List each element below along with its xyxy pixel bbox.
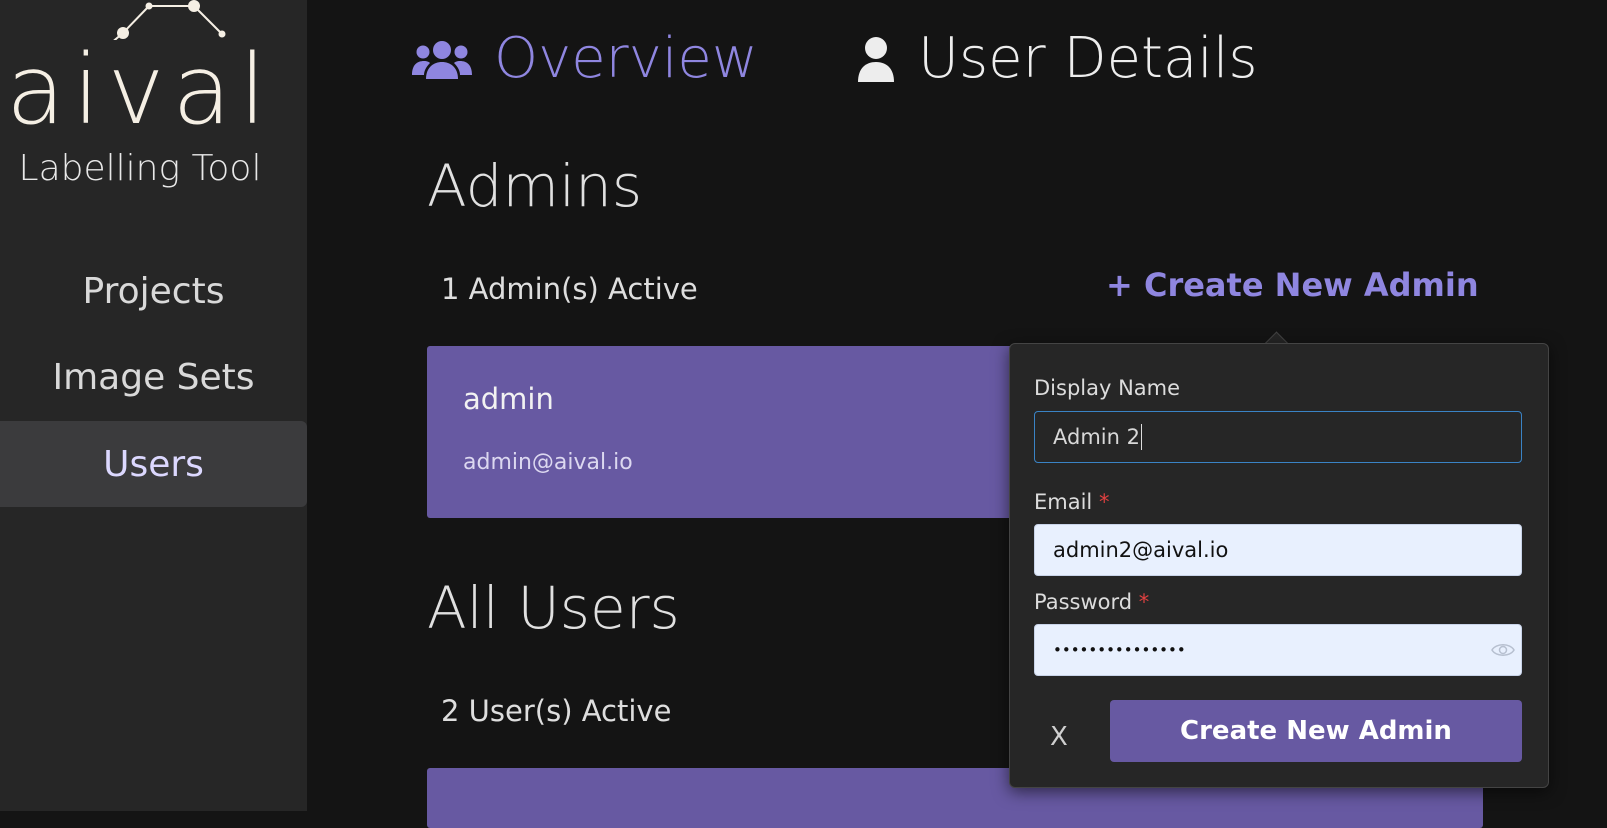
password-label: Password * bbox=[1034, 590, 1150, 614]
tab-user-details[interactable]: User Details bbox=[856, 26, 1258, 91]
admins-count: 1 Admin(s) Active bbox=[441, 272, 698, 306]
admins-title: Admins bbox=[427, 152, 643, 220]
create-new-admin-button[interactable]: Create New Admin bbox=[1110, 700, 1522, 762]
display-name-label: Display Name bbox=[1034, 376, 1181, 400]
all-users-title: All Users bbox=[427, 574, 680, 642]
text-caret bbox=[1140, 424, 1142, 450]
create-new-admin-link[interactable]: + Create New Admin bbox=[1106, 266, 1479, 304]
email-field[interactable]: admin2@aival.io bbox=[1034, 524, 1522, 576]
users-icon bbox=[412, 40, 472, 79]
admin-name: admin bbox=[463, 382, 554, 416]
display-name-input[interactable]: Admin 2 bbox=[1034, 411, 1522, 463]
sidebar: aival Labelling Tool Projects Image Sets… bbox=[0, 0, 307, 811]
sidebar-item-users[interactable]: Users bbox=[0, 421, 307, 507]
eye-icon[interactable] bbox=[1491, 641, 1515, 659]
admin-email: admin@aival.io bbox=[463, 450, 633, 475]
tab-label: Overview bbox=[494, 26, 758, 91]
logo-text: aival bbox=[6, 34, 274, 146]
password-value: ••••••••••••••• bbox=[1053, 641, 1186, 659]
required-marker: * bbox=[1098, 490, 1110, 514]
sidebar-item-label: Image Sets bbox=[52, 356, 255, 398]
display-name-value: Admin 2 bbox=[1053, 425, 1140, 449]
create-admin-popover: Display Name Admin 2 Email * admin2@aiva… bbox=[1009, 343, 1549, 788]
tab-overview[interactable]: Overview bbox=[412, 26, 758, 91]
password-field[interactable]: ••••••••••••••• bbox=[1034, 624, 1522, 676]
sidebar-item-image-sets[interactable]: Image Sets bbox=[0, 334, 307, 420]
required-marker: * bbox=[1138, 590, 1150, 614]
sidebar-item-label: Users bbox=[103, 443, 204, 485]
tab-label: User Details bbox=[918, 26, 1258, 91]
close-button[interactable]: X bbox=[1050, 722, 1068, 752]
sidebar-item-projects[interactable]: Projects bbox=[0, 248, 307, 334]
user-icon bbox=[858, 36, 894, 82]
sidebar-item-label: Projects bbox=[82, 270, 225, 312]
email-label: Email * bbox=[1034, 490, 1110, 514]
users-count: 2 User(s) Active bbox=[441, 694, 672, 728]
logo-subtitle: Labelling Tool bbox=[18, 148, 262, 189]
email-value: admin2@aival.io bbox=[1053, 538, 1229, 562]
